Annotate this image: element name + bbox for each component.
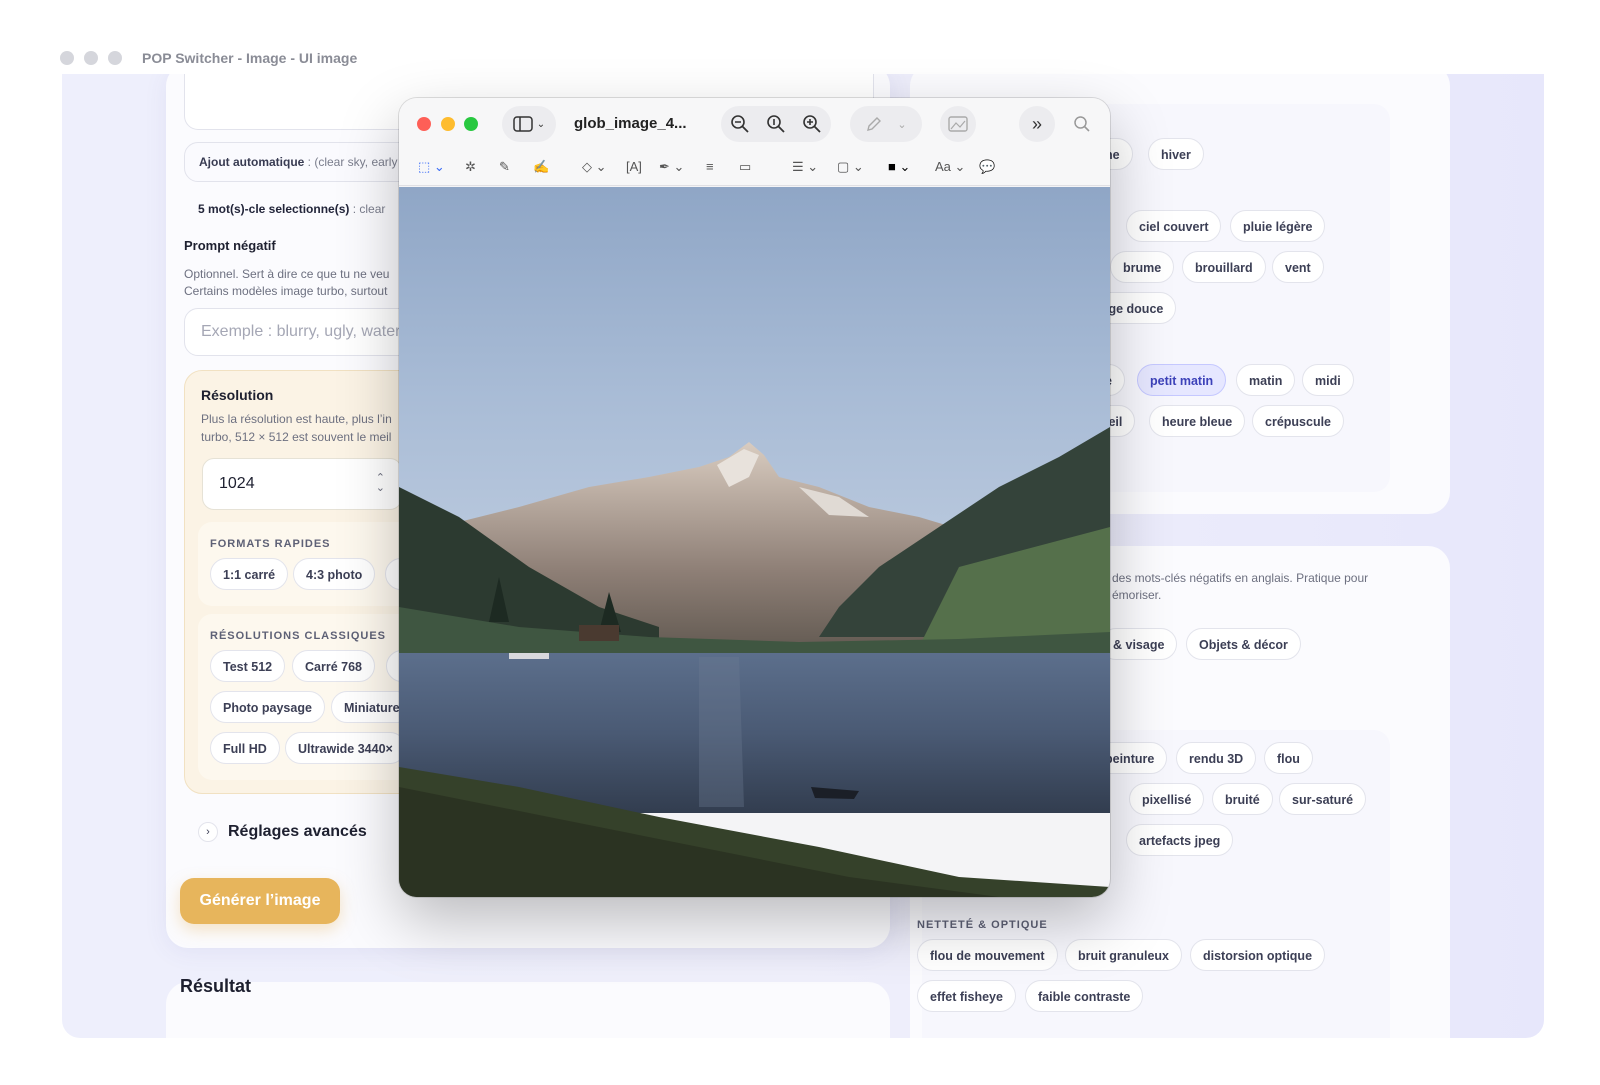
tag-petit-matin[interactable]: petit matin: [1137, 364, 1227, 396]
neg-category-visage[interactable]: & visage: [1100, 628, 1178, 660]
border-color-icon[interactable]: ▢ ⌄: [837, 159, 864, 175]
classic-chip-carre768[interactable]: Carré 768: [292, 650, 375, 682]
tag-effet-fisheye[interactable]: effet fisheye: [917, 980, 1016, 1012]
neg-desc-line-2: émoriser.: [1112, 588, 1162, 602]
resolution-title: Résolution: [201, 387, 274, 403]
tag-flou-mouvement[interactable]: flou de mouvement: [917, 939, 1058, 971]
classic-chip-ultrawide[interactable]: Ultrawide 3440×: [285, 732, 406, 764]
tag-bruite[interactable]: bruité: [1212, 783, 1273, 815]
zoom-button[interactable]: [464, 117, 478, 131]
tag-bruit-granuleux[interactable]: bruit granuleux: [1065, 939, 1182, 971]
rect-select-icon[interactable]: ⬚ ⌄: [418, 159, 445, 175]
advanced-settings-toggle[interactable]: › Réglages avancés: [198, 822, 367, 842]
classic-chip-photo-paysage[interactable]: Photo paysage: [210, 691, 325, 723]
quick-formats-label: FORMATS RAPIDES: [210, 538, 331, 550]
chevron-right-icon: ›: [198, 822, 218, 842]
neg-desc-line-1: des mots-clés négatifs en anglais. Prati…: [1112, 571, 1369, 585]
chevron-down-icon: ⌄: [536, 118, 546, 130]
tag-vent[interactable]: vent: [1272, 251, 1324, 283]
markup-button[interactable]: ⌄: [850, 106, 922, 142]
resolution-value: 1024: [219, 475, 255, 492]
stepper-icon[interactable]: ⌃ ⌄: [376, 473, 385, 494]
tag-faible-contraste[interactable]: faible contraste: [1025, 980, 1144, 1012]
tag-pixellise[interactable]: pixellisé: [1129, 783, 1205, 815]
result-title: Résultat: [180, 976, 252, 996]
zoom-in-icon[interactable]: [802, 114, 822, 134]
result-panel: [166, 982, 890, 1038]
advanced-settings-label: Réglages avancés: [228, 823, 367, 840]
zoom-controls: [721, 106, 831, 142]
selected-keywords-text: : clear: [349, 202, 386, 216]
outer-zoom-button[interactable]: [108, 51, 122, 65]
rotate-button[interactable]: [940, 106, 976, 142]
text-style-icon[interactable]: Aa ⌄: [935, 159, 965, 175]
preview-filename: glob_image_4...: [574, 115, 687, 132]
tag-matin[interactable]: matin: [1236, 364, 1296, 396]
classic-chip-full-hd[interactable]: Full HD: [210, 732, 280, 764]
adjust-size-icon[interactable]: ▭: [739, 159, 751, 175]
neg-category-objets[interactable]: Objets & décor: [1186, 628, 1301, 660]
shape-style-icon[interactable]: ☰ ⌄: [792, 159, 818, 175]
adjust-color-icon[interactable]: ≡: [706, 159, 714, 174]
format-chip-square[interactable]: 1:1 carré: [210, 558, 289, 590]
auto-add-text: : (clear sky, early: [304, 155, 398, 169]
draw-icon[interactable]: ✍: [533, 159, 549, 175]
classic-resolutions-label: RÉSOLUTIONS CLASSIQUES: [210, 630, 387, 642]
window-title: POP Switcher - Image - UI image: [142, 50, 358, 66]
classic-chip-test512[interactable]: Test 512: [210, 650, 286, 682]
shapes-icon[interactable]: ◇ ⌄: [582, 159, 607, 175]
tag-pluie-legere[interactable]: pluie légère: [1230, 210, 1326, 242]
tag-brouillard[interactable]: brouillard: [1182, 251, 1266, 283]
search-button[interactable]: [1064, 106, 1100, 142]
fill-color-icon[interactable]: ■ ⌄: [888, 159, 910, 175]
zoom-out-icon[interactable]: [730, 114, 750, 134]
double-chevron-icon: »: [1031, 113, 1042, 134]
tag-ciel-couvert[interactable]: ciel couvert: [1126, 210, 1222, 242]
tag-flou[interactable]: flou: [1264, 742, 1313, 774]
actual-size-icon[interactable]: [766, 114, 786, 134]
sketch-icon[interactable]: ✎: [499, 159, 510, 175]
tag-brume[interactable]: brume: [1110, 251, 1175, 283]
auto-add-label: Ajout automatique: [199, 155, 305, 169]
close-button[interactable]: [417, 117, 431, 131]
minimize-button[interactable]: [441, 117, 455, 131]
instant-alpha-icon[interactable]: ✲: [465, 159, 476, 175]
optics-label: NETTETÉ & OPTIQUE: [917, 919, 1048, 931]
sign-icon[interactable]: ✒ ⌄: [659, 159, 684, 175]
tag-heure-bleue[interactable]: heure bleue: [1149, 405, 1246, 437]
sidebar-icon: [513, 116, 533, 132]
selected-keywords: 5 mot(s)-cle selectionne(s) : clear: [198, 202, 385, 216]
tag-hiver[interactable]: hiver: [1148, 138, 1204, 170]
selected-keywords-label: 5 mot(s)-cle selectionne(s): [198, 202, 350, 216]
tag-midi[interactable]: midi: [1302, 364, 1354, 396]
pen-icon: [867, 117, 882, 131]
outer-window-titlebar: POP Switcher - Image - UI image: [60, 44, 357, 72]
tag-distorsion-optique[interactable]: distorsion optique: [1190, 939, 1326, 971]
outer-minimize-button[interactable]: [84, 51, 98, 65]
preview-window: ⌄ glob_image_4... ⌄ » ⬚ ⌄ ✲ ✎ ✍ ◇ ⌄ [A] …: [399, 98, 1110, 897]
format-chip-photo[interactable]: 4:3 photo: [293, 558, 376, 590]
resolution-input[interactable]: 1024 ⌃ ⌄: [202, 458, 402, 510]
text-icon[interactable]: [A]: [626, 159, 642, 174]
more-tools-button[interactable]: »: [1019, 106, 1055, 142]
outer-close-button[interactable]: [60, 51, 74, 65]
markup-chevron-icon: ⌄: [897, 118, 907, 131]
annotate-icon[interactable]: 💬: [979, 159, 995, 175]
generate-image-button[interactable]: Générer l’image: [180, 878, 340, 924]
search-icon: [1074, 116, 1090, 132]
mountain-lake-photo: [399, 187, 1110, 897]
image-icon: [948, 116, 968, 132]
preview-toolbar: ⌄ glob_image_4... ⌄ » ⬚ ⌄ ✲ ✎ ✍ ◇ ⌄ [A] …: [399, 98, 1110, 186]
negative-prompt-title: Prompt négatif: [184, 238, 276, 253]
negative-keywords-desc: des mots-clés négatifs en anglais. Prati…: [1112, 570, 1368, 604]
tag-artefacts-jpeg[interactable]: artefacts jpeg: [1126, 824, 1234, 856]
tag-crepuscule[interactable]: crépuscule: [1252, 405, 1345, 437]
tag-sur-sature[interactable]: sur-saturé: [1279, 783, 1367, 815]
sidebar-toggle-button[interactable]: ⌄: [502, 106, 556, 142]
tag-rendu-3d[interactable]: rendu 3D: [1176, 742, 1257, 774]
